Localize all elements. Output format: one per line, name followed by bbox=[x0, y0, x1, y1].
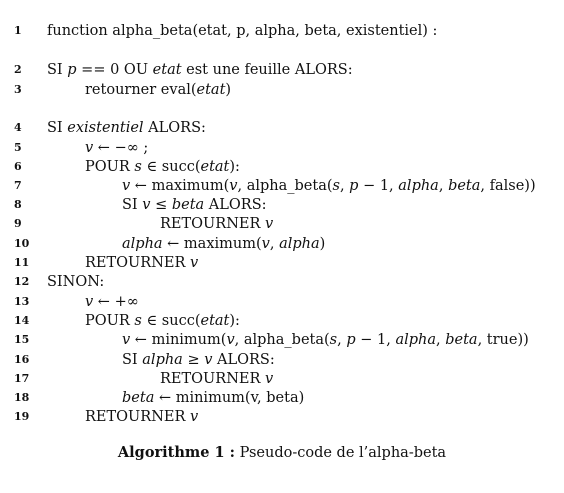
code-line-7: 7 v ← maximum(v, alpha_beta(s, p − 1, alp… bbox=[0, 176, 564, 196]
line-number: 18 bbox=[14, 391, 30, 404]
code-line-1: 1 function alpha_beta(etat, p, alpha, bet… bbox=[0, 21, 564, 41]
code-text: SI alpha ≥ v ALORS: bbox=[122, 352, 275, 368]
document-page: 1 function alpha_beta(etat, p, alpha, bet… bbox=[0, 0, 564, 493]
caption-text: Pseudo-code de l’alpha-beta bbox=[239, 445, 447, 461]
code-text: retourner eval(etat) bbox=[85, 82, 232, 98]
code-text: POUR s ∈ succ(etat): bbox=[85, 159, 240, 175]
code-text: beta ← minimum(v, beta) bbox=[122, 390, 305, 406]
code-text: SI v ≤ beta ALORS: bbox=[122, 197, 267, 213]
code-line-9: 9 RETOURNER v bbox=[0, 214, 564, 234]
line-number: 14 bbox=[14, 314, 30, 327]
code-text: SI p == 0 OU etat est une feuille ALORS: bbox=[47, 62, 353, 78]
code-text: RETOURNER v bbox=[85, 255, 199, 271]
line-number: 6 bbox=[14, 160, 22, 173]
code-text: RETOURNER v bbox=[160, 216, 274, 232]
line-number: 8 bbox=[14, 198, 22, 211]
code-line-18: 18 beta ← minimum(v, beta) bbox=[0, 388, 564, 408]
code-text: SI existentiel ALORS: bbox=[47, 120, 206, 136]
code-text: RETOURNER v bbox=[160, 371, 274, 387]
line-number: 9 bbox=[14, 217, 22, 230]
line-number: 1 bbox=[14, 24, 22, 37]
code-line-8: 8 SI v ≤ beta ALORS: bbox=[0, 195, 564, 215]
code-text: function alpha_beta(etat, p, alpha, beta… bbox=[47, 23, 438, 39]
line-number: 16 bbox=[14, 353, 30, 366]
code-line-10: 10 alpha ← maximum(v, alpha) bbox=[0, 234, 564, 254]
algorithm-caption: Algorithme 1 : Pseudo-code de l’alpha-be… bbox=[0, 443, 564, 463]
code-text: POUR s ∈ succ(etat): bbox=[85, 313, 240, 329]
caption-label: Algorithme 1 : bbox=[117, 444, 235, 461]
code-line-4: 4 SI existentiel ALORS: bbox=[0, 118, 564, 138]
line-number: 19 bbox=[14, 410, 30, 423]
code-text: v ← +∞ bbox=[85, 294, 139, 310]
line-number: 12 bbox=[14, 275, 30, 288]
line-number: 17 bbox=[14, 372, 30, 385]
line-number: 10 bbox=[14, 237, 30, 250]
code-text: v ← −∞ ; bbox=[85, 140, 149, 156]
code-line-2: 2 SI p == 0 OU etat est une feuille ALORS… bbox=[0, 60, 564, 80]
line-number: 5 bbox=[14, 141, 22, 154]
code-text: v ← minimum(v, alpha_beta(s, p − 1, alph… bbox=[122, 332, 529, 348]
line-number: 13 bbox=[14, 295, 30, 308]
line-number: 3 bbox=[14, 83, 22, 96]
line-number: 11 bbox=[14, 256, 30, 269]
line-number: 15 bbox=[14, 333, 30, 346]
code-line-19: 19 RETOURNER v bbox=[0, 407, 564, 427]
code-line-11: 11 RETOURNER v bbox=[0, 253, 564, 273]
code-line-15: 15 v ← minimum(v, alpha_beta(s, p − 1, al… bbox=[0, 330, 564, 350]
code-text: v ← maximum(v, alpha_beta(s, p − 1, alph… bbox=[122, 178, 536, 194]
code-line-3: 3 retourner eval(etat) bbox=[0, 80, 564, 100]
code-line-16: 16 SI alpha ≥ v ALORS: bbox=[0, 350, 564, 370]
code-text: SINON: bbox=[47, 274, 105, 290]
code-line-12: 12 SINON: bbox=[0, 272, 564, 292]
line-number: 2 bbox=[14, 63, 22, 76]
code-line-17: 17 RETOURNER v bbox=[0, 369, 564, 389]
code-line-6: 6 POUR s ∈ succ(etat): bbox=[0, 157, 564, 177]
code-text: RETOURNER v bbox=[85, 409, 199, 425]
code-text: alpha ← maximum(v, alpha) bbox=[122, 236, 326, 252]
code-line-14: 14 POUR s ∈ succ(etat): bbox=[0, 311, 564, 331]
code-line-13: 13 v ← +∞ bbox=[0, 292, 564, 312]
line-number: 7 bbox=[14, 179, 22, 192]
line-number: 4 bbox=[14, 121, 22, 134]
code-line-5: 5 v ← −∞ ; bbox=[0, 138, 564, 158]
